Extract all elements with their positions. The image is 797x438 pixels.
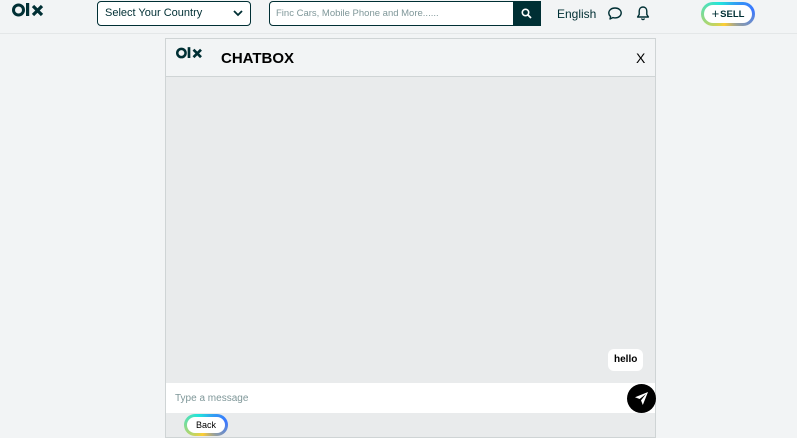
- chatbox-header: CHATBOX X: [166, 39, 655, 77]
- close-chat-button[interactable]: X: [636, 50, 645, 66]
- top-navbar: Select Your Country English +SELL: [0, 0, 797, 34]
- country-select-value: Select Your Country: [105, 7, 203, 19]
- back-label: Back: [187, 417, 225, 433]
- chatbox-title: CHATBOX: [221, 50, 295, 67]
- chat-bubble-icon[interactable]: [607, 6, 623, 21]
- language-selector[interactable]: English: [557, 7, 596, 21]
- plus-icon: +: [711, 6, 720, 21]
- search-button[interactable]: [513, 2, 540, 25]
- back-button[interactable]: Back: [184, 414, 228, 436]
- search-icon: [521, 8, 532, 19]
- chevron-down-icon: [233, 10, 243, 17]
- country-select[interactable]: Select Your Country: [97, 1, 251, 26]
- olx-logo: [176, 47, 202, 59]
- paper-plane-icon: [635, 392, 648, 405]
- send-button[interactable]: [627, 384, 656, 413]
- search-bar: [269, 1, 541, 26]
- olx-logo[interactable]: [12, 1, 48, 19]
- chatbox-panel: CHATBOX X hello Back: [165, 38, 656, 438]
- message-composer: [166, 383, 656, 413]
- sell-label: SELL: [720, 9, 745, 20]
- search-input[interactable]: [270, 2, 514, 25]
- message-bubble: hello: [608, 349, 644, 371]
- message-input[interactable]: [166, 383, 621, 413]
- sell-button[interactable]: +SELL: [701, 2, 755, 26]
- bell-icon[interactable]: [636, 5, 650, 21]
